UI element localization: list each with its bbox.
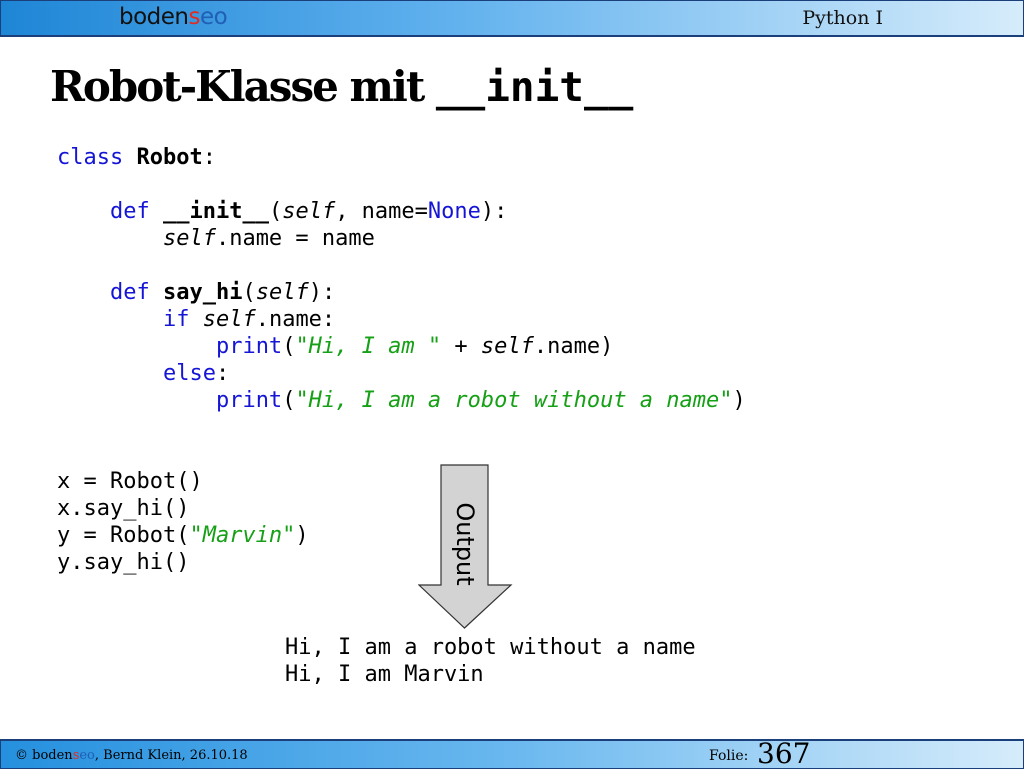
code-line-16: y.say_hi() — [57, 550, 190, 575]
course-title: Python I — [802, 7, 883, 29]
code-line-8: print("Hi, I am " + self.name) — [215, 334, 614, 359]
code-line-9: else: — [162, 361, 230, 386]
output-line-1: Hi, I am a robot without a name — [285, 635, 696, 660]
bottom-bar: © bodenseo, Bernd Klein, 26.10.18 Folie:… — [0, 737, 1024, 770]
code-block: class Robot: def __init__(self, name=Non… — [57, 144, 746, 576]
code-line-4: self.name = name — [162, 226, 375, 251]
output-line-2: Hi, I am Marvin — [285, 662, 484, 687]
program-output: Hi, I am a robot without a name Hi, I am… — [285, 634, 696, 688]
code-line-15: y = Robot("Marvin") — [57, 523, 309, 548]
output-arrow-label: Output — [451, 502, 479, 585]
code-line-10: print("Hi, I am a robot without a name") — [215, 388, 746, 413]
code-line-3: def __init__(self, name=None): — [109, 199, 508, 224]
code-line-6: def say_hi(self): — [109, 280, 336, 305]
top-bar: bodenseo Python I — [0, 0, 1024, 37]
code-line-7: if self.name: — [162, 307, 336, 332]
footer-copyright: © bodenseo, Bernd Klein, 26.10.18 — [15, 748, 248, 763]
slide-number: 367 — [757, 737, 811, 770]
code-line-14: x.say_hi() — [57, 496, 190, 521]
bodenseo-logo: bodenseo — [119, 4, 228, 30]
code-line-1: class Robot: — [57, 145, 216, 170]
code-line-13: x = Robot() — [57, 469, 203, 494]
footer-folie-label: Folie: — [709, 748, 749, 764]
output-arrow: Output — [418, 464, 513, 629]
slide-title: Robot-Klasse mit __init__ — [50, 62, 634, 111]
